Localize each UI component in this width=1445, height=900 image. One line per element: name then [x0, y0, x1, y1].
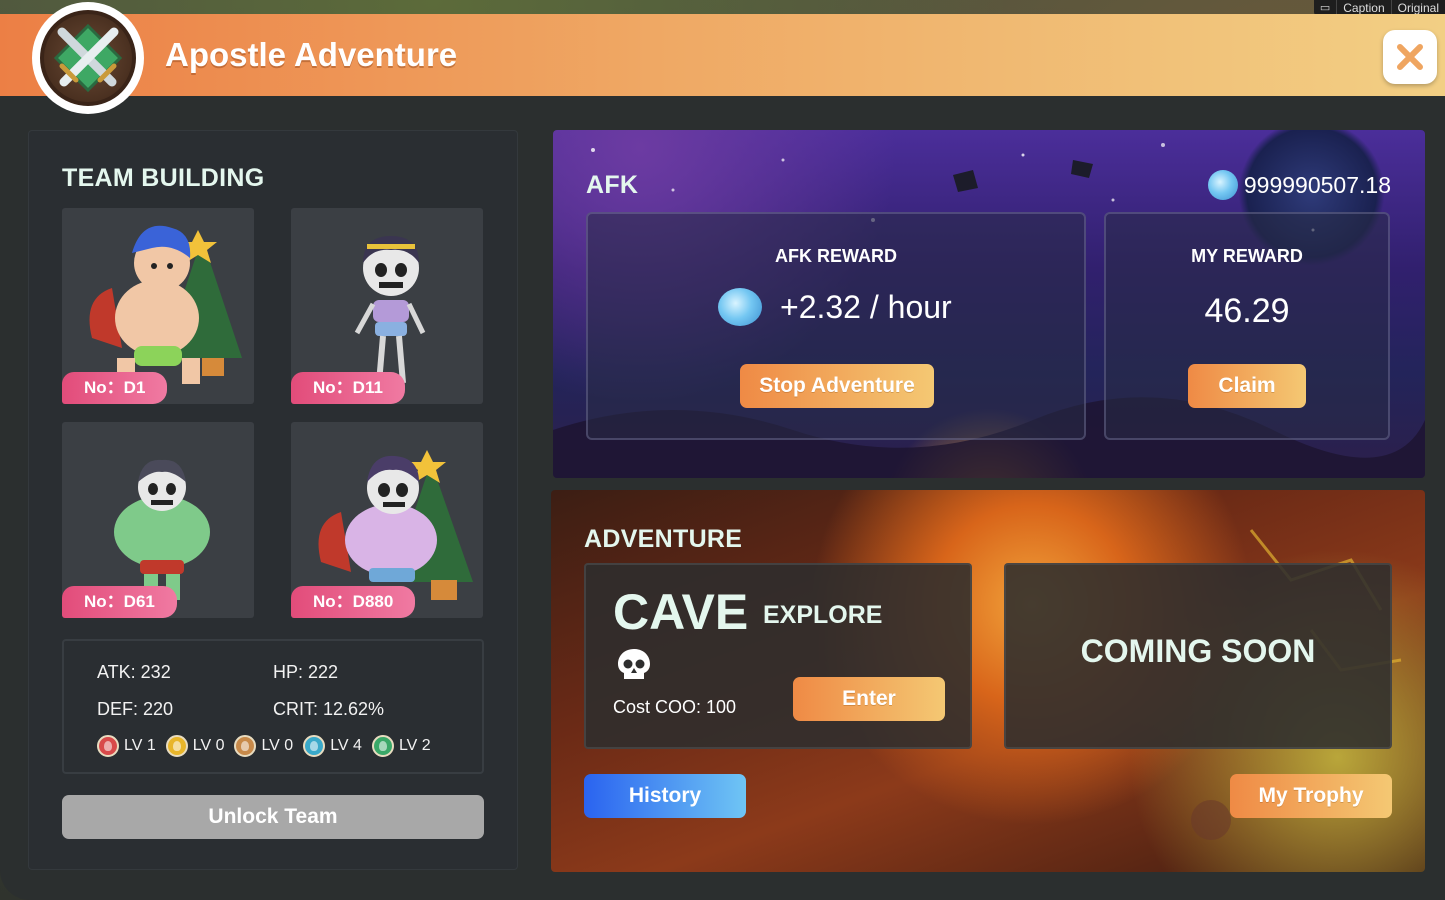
coin-balance: 999990507.18	[1207, 170, 1391, 200]
afk-reward-card: AFK REWARD +2.32 / hour Stop Adventure	[586, 212, 1086, 440]
my-reward-card: MY REWARD 46.29 Claim	[1104, 212, 1390, 440]
fire-level: LV 1	[97, 735, 156, 757]
hero-tag: No：D61	[62, 586, 177, 618]
coming-soon-card: COMING SOON	[1004, 563, 1392, 749]
cave-cost: Cost COO: 100	[613, 697, 737, 717]
wood-level-label: LV 2	[398, 737, 431, 754]
water-gem-icon	[303, 735, 326, 757]
coin-icon	[1207, 170, 1238, 200]
afk-reward-label: AFK REWARD	[775, 246, 897, 266]
stat-atk: ATK: 232	[97, 662, 171, 682]
close-icon	[1397, 44, 1423, 70]
element-levels-row: LV 1 LV 0 LV 0 LV 4 LV 2	[97, 735, 431, 757]
stat-crit: CRIT: 12.62%	[273, 699, 385, 719]
fire-level-label: LV 1	[124, 737, 156, 754]
stop-adventure-button[interactable]: Stop Adventure	[740, 364, 934, 408]
water-level-label: LV 4	[330, 737, 362, 754]
coming-soon-label: COMING SOON	[1080, 633, 1316, 669]
team-building-panel: TEAM BUILDING No：D1 No：D11 No：D61 No：D88…	[28, 130, 518, 870]
hero-tag: No：D1	[62, 372, 168, 404]
earth-level-label: LV 0	[261, 737, 294, 754]
my-reward-label: MY REWARD	[1191, 246, 1303, 266]
gold-level: LV 0	[165, 735, 225, 757]
unlock-team-button[interactable]: Unlock Team	[62, 795, 484, 839]
apostle-adventure-modal: Apostle Adventure TEAM BUILDING No：D1 No…	[0, 2, 1445, 900]
fire-gem-icon	[97, 735, 119, 757]
hero-card-d1[interactable]: No：D1	[62, 208, 254, 404]
stat-hp: HP: 222	[273, 662, 339, 682]
coin-balance-value: 999990507.18	[1243, 171, 1391, 198]
earth-gem-icon	[234, 735, 257, 757]
cave-explore-card: CAVE EXPLORE Cost COO: 100 Enter	[584, 563, 972, 749]
coin-icon	[718, 288, 762, 326]
afk-rate-row: +2.32 / hour	[718, 288, 952, 326]
wood-level: LV 2	[371, 735, 431, 757]
modal-title: Apostle Adventure	[165, 36, 458, 73]
team-building-title: TEAM BUILDING	[62, 164, 265, 192]
modal-header: Apostle Adventure	[0, 14, 1445, 96]
afk-title: AFK	[586, 171, 639, 199]
earth-level: LV 0	[234, 735, 293, 757]
crossed-swords-logo	[32, 2, 144, 114]
enter-button[interactable]: Enter	[793, 677, 945, 721]
cave-mode: EXPLORE	[763, 601, 883, 629]
adventure-panel: ADVENTURE CAVE EXPLORE Cost COO: 100 Ent…	[551, 490, 1425, 872]
team-stats-box: ATK: 232 HP: 222 DEF: 220 CRIT: 12.62% L…	[62, 639, 484, 774]
gold-level-label: LV 0	[192, 737, 225, 754]
claim-button[interactable]: Claim	[1188, 364, 1306, 408]
stat-def: DEF: 220	[97, 699, 174, 719]
hero-card-d61[interactable]: No：D61	[62, 422, 254, 618]
my-reward-value: 46.29	[1204, 292, 1290, 330]
crossed-swords-icon	[53, 23, 123, 93]
my-trophy-button[interactable]: My Trophy	[1230, 774, 1392, 818]
hero-card-d11[interactable]: No：D11	[291, 208, 483, 404]
gold-gem-icon	[165, 735, 188, 757]
wood-gem-icon	[371, 735, 394, 757]
close-button[interactable]	[1383, 30, 1437, 84]
skull-icon	[618, 649, 650, 679]
afk-panel: AFK 999990507.18 AFK REWARD +2.32 / hour…	[553, 130, 1425, 478]
hero-tag: No：D11	[291, 372, 405, 404]
adventure-title: ADVENTURE	[584, 525, 743, 553]
afk-rate-value: +2.32 / hour	[780, 288, 952, 325]
history-button[interactable]: History	[584, 774, 746, 818]
water-level: LV 4	[303, 735, 362, 757]
hero-card-d880[interactable]: No：D880	[291, 422, 483, 618]
cave-name: CAVE	[613, 584, 749, 640]
hero-tag: No：D880	[291, 586, 416, 618]
